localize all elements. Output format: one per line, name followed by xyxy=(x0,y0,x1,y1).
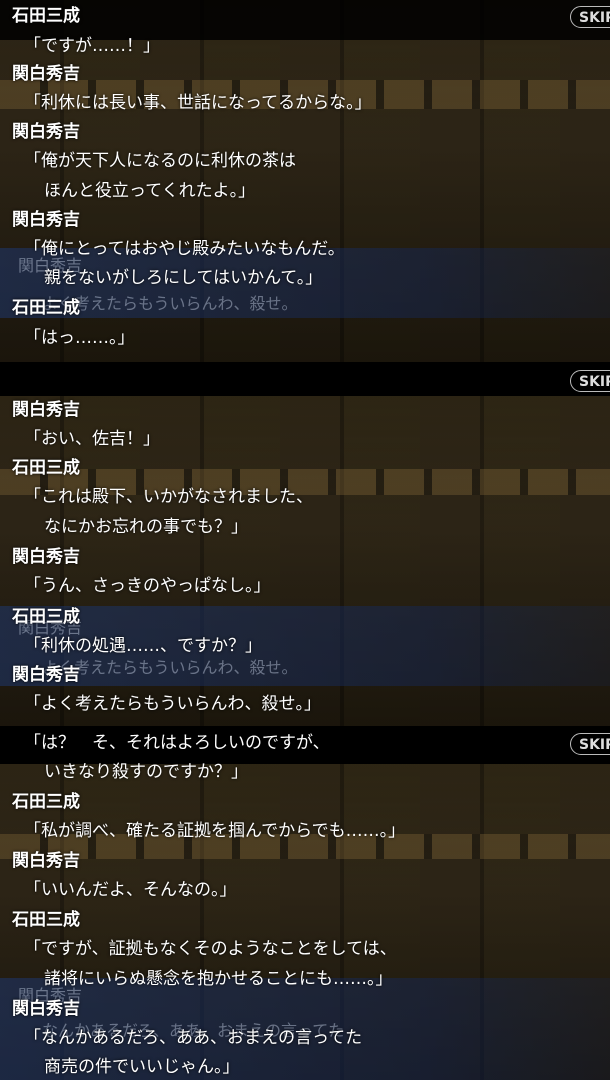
dialogue-line: 「なんかあるだろ、ああ、おまえの言ってた xyxy=(24,1028,363,1048)
speaker-name: 石田三成 xyxy=(12,792,80,812)
speaker-name: 関白秀吉 xyxy=(12,210,80,230)
dialogue-line: 「よく考えたらもういらんわ、殺せ。」 xyxy=(24,694,321,714)
dialogue-line: なにかお忘れの事でも？」 xyxy=(44,517,248,537)
dialogue-line: 「利休には長い事、世話になってるからな。」 xyxy=(24,93,372,113)
ghost-dialogue: よく考えたらもういらんわ、殺せ。 xyxy=(42,294,298,313)
dialogue-line: 「私が調べ、確たる証拠を掴んでからでも……。」 xyxy=(24,821,406,841)
panel-divider xyxy=(0,362,610,396)
speaker-name: 関白秀吉 xyxy=(12,547,80,567)
dialogue-line: いきなり殺すのですか？」 xyxy=(44,762,248,782)
dialogue-line: 「俺が天下人になるのに利休の茶は xyxy=(24,151,296,171)
screenshot-collage: 関白秀吉 よく考えたらもういらんわ、殺せ。 SKIP 石田三成 「ですが……！」… xyxy=(0,0,610,1080)
story-panel-2: 関白秀吉 よく考えたらもういらんわ、殺せ。 関白秀吉 「おい、佐吉！」 石田三成… xyxy=(0,396,610,726)
dialogue-line: 商売の件でいいじゃん。」 xyxy=(44,1057,240,1077)
speaker-name: 石田三成 xyxy=(12,458,80,478)
story-panel-1: 関白秀吉 よく考えたらもういらんわ、殺せ。 SKIP 石田三成 「ですが……！」… xyxy=(0,0,610,362)
dialogue-line: 「俺にとってはおやじ殿みたいなもんだ。 xyxy=(24,239,345,259)
dialogue-line: 「これは殿下、いかがなされました、 xyxy=(24,487,313,507)
log-overlay xyxy=(0,0,610,40)
speaker-name: 石田三成 xyxy=(12,6,80,26)
skip-button[interactable]: SKIP xyxy=(570,370,610,392)
dialogue-line: 「利休の処遇……、ですか？」 xyxy=(24,636,262,656)
dialogue-line: 「うん、さっきのやっぱなし。」 xyxy=(24,576,271,596)
speaker-name: 石田三成 xyxy=(12,607,80,627)
dialogue-line: 「いいんだよ、そんなの。」 xyxy=(24,880,237,900)
dialogue-line: ほんと役立ってくれたよ。」 xyxy=(44,181,256,201)
speaker-name: 関白秀吉 xyxy=(12,122,80,142)
ghost-dialogue: よく考えたらもういらんわ、殺せ。 xyxy=(42,658,298,677)
speaker-name: 石田三成 xyxy=(12,910,80,930)
speaker-name: 関白秀吉 xyxy=(12,851,80,871)
speaker-name: 関白秀吉 xyxy=(12,999,80,1019)
dialogue-line: 「ですが、証拠もなくそのようなことをしては、 xyxy=(24,939,397,959)
speaker-name: 関白秀吉 xyxy=(12,400,80,420)
dialogue-line: 諸将にいらぬ懸念を抱かせることにも……。」 xyxy=(44,969,393,989)
speaker-name: 石田三成 xyxy=(12,298,80,318)
dialogue-line: 親をないがしろにしてはいかんて。」 xyxy=(44,268,323,288)
story-panel-3: 関白秀吉 なんかあるだろ、ああ、おまえの言ってた 「は？ そ、それはよろしいので… xyxy=(0,726,610,1080)
skip-button[interactable]: SKIP xyxy=(570,6,610,28)
dialogue-line: 「ですが……！」 xyxy=(24,36,160,56)
dialogue-line: 「おい、佐吉！」 xyxy=(24,429,160,449)
speaker-name: 関白秀吉 xyxy=(12,64,80,84)
dialogue-line: 「はっ……。」 xyxy=(24,328,135,348)
speaker-name: 関白秀吉 xyxy=(12,665,80,685)
dialogue-line: 「は？ そ、それはよろしいのですが、 xyxy=(24,733,330,753)
